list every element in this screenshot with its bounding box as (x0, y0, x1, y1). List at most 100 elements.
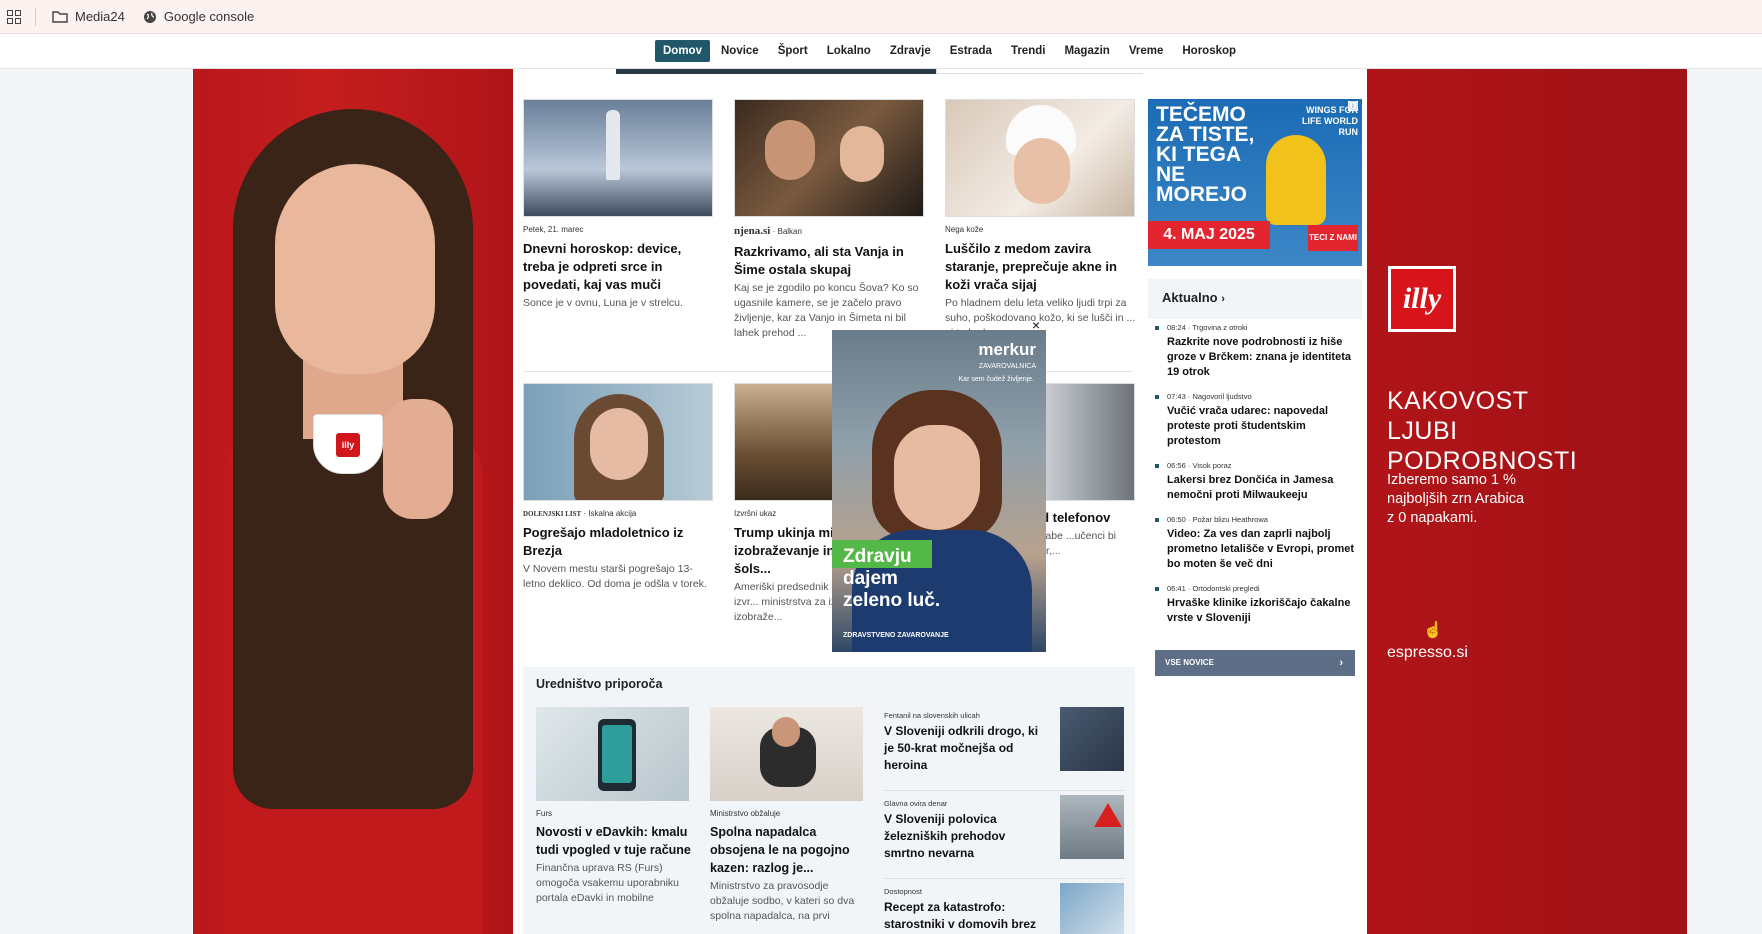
list-item[interactable]: Glavna ovira denar V Sloveniji polovica … (884, 795, 1124, 879)
cup-logo: illy (336, 433, 360, 457)
article-title[interactable]: Luščilo z medom zavira staranje, prepreč… (945, 240, 1136, 294)
news-title[interactable]: Lakersi brez Dončića in Jamesa nemočni p… (1167, 473, 1360, 503)
news-meta: 08:24 · Trgovina z otroki (1167, 323, 1248, 332)
ad-info-icon[interactable]: ⓘ (1348, 101, 1358, 111)
article-title[interactable]: Razkrivamo, ali sta Vanja in Šime ostala… (734, 243, 925, 279)
article-card[interactable]: njena.si · Balkan Razkrivamo, ali sta Va… (734, 99, 925, 341)
popup-footer: ZDRAVSTVENO ZAVAROVANJE (843, 632, 949, 639)
news-item[interactable]: 06:41 · Ortodontski pregledi Hrvaške kli… (1155, 584, 1360, 626)
all-news-label: VSE NOVICE (1165, 658, 1214, 667)
bookmark-google-console[interactable]: Google console (143, 9, 254, 24)
news-item[interactable]: 06:50 · Požar blizu Heathrowa Video: Za … (1155, 515, 1360, 572)
bookmark-label: Google console (163, 9, 255, 24)
nav-item-estrada[interactable]: Estrada (942, 40, 1000, 62)
nav-item-sport[interactable]: Šport (770, 40, 816, 62)
article-card[interactable]: Ministrstvo obžaluje Spolna napadalca ob… (710, 707, 865, 924)
news-title[interactable]: Vučić vrača udarec: napovedal proteste p… (1167, 404, 1360, 449)
popup-headline-line: dajem (843, 568, 898, 589)
article-card[interactable]: Furs Novosti v eDavkih: kmalu tudi vpogl… (536, 707, 691, 906)
list-item[interactable]: Dostopnost Recept za katastrofo: starost… (884, 883, 1124, 934)
ad-headline-line: TEČEMO (1156, 103, 1246, 126)
article-thumbnail[interactable] (1060, 707, 1124, 771)
ad-date: 4. MAJ 2025 (1148, 221, 1270, 249)
ad-subtext-line: Izberemo samo 1 % (1387, 472, 1516, 488)
news-meta: 06:56 · Visok poraz (1167, 461, 1232, 470)
right-sidebar: TEČEMO ZA TISTE, KI TEGA NE MOREJO WINGS… (1143, 69, 1367, 934)
ad-subtext: Izberemo samo 1 % najboljših zrn Arabica… (1387, 471, 1587, 528)
news-time: 08:24 (1167, 323, 1186, 332)
nav-item-horoskop[interactable]: Horoskop (1174, 40, 1244, 62)
ad-headline: TEČEMO ZA TISTE, KI TEGA NE MOREJO (1156, 103, 1266, 205)
article-card[interactable]: Nega kože Luščilo z medom zavira staranj… (945, 99, 1136, 341)
news-item[interactable]: 07:43 · Nagovoril ljudstvo Vučić vrača u… (1155, 392, 1360, 449)
main-content: Petek, 21. marec Dnevni horoskop: device… (513, 69, 1143, 934)
news-tag: Požar blizu Heathrowa (1192, 515, 1268, 524)
article-title[interactable]: Pogrešajo mladoletnico iz Brezja (523, 524, 714, 560)
bookmark-media24[interactable]: Media24 (52, 9, 125, 24)
nav-item-trendi[interactable]: Trendi (1003, 40, 1054, 62)
news-meta: 06:41 · Ortodontski pregledi (1167, 584, 1260, 593)
section-title: Uredništvo priporoča (536, 677, 663, 691)
touch-icon: ☝ (1423, 622, 1443, 639)
news-time: 07:43 (1167, 392, 1186, 401)
nav-item-domov[interactable]: Domov (655, 40, 710, 62)
popup-woman-face (894, 425, 980, 530)
list-item[interactable]: Fentanil na slovenskih ulicah V Slovenij… (884, 707, 1124, 791)
nav-item-novice[interactable]: Novice (713, 40, 767, 62)
article-thumbnail[interactable] (945, 99, 1135, 217)
news-title[interactable]: Razkrite nove podrobnosti iz hiše groze … (1167, 335, 1360, 380)
article-title[interactable]: Recept za katastrofo: starostniki v domo… (884, 899, 1049, 933)
article-thumbnail[interactable] (734, 99, 924, 217)
article-desc: Ministrstvo za pravosodje obžaluje sodbo… (710, 880, 855, 922)
article-meta: Dostopnost (884, 887, 922, 896)
article-thumbnail[interactable] (710, 707, 863, 801)
nav-item-vreme[interactable]: Vreme (1121, 40, 1172, 62)
news-item[interactable]: 06:56 · Visok poraz Lakersi brez Dončića… (1155, 461, 1360, 503)
nav-item-lokalno[interactable]: Lokalno (819, 40, 879, 62)
news-meta: 07:43 · Nagovoril ljudstvo (1167, 392, 1252, 401)
article-title[interactable]: Spolna napadalca obsojena le na pogojno … (710, 823, 865, 877)
news-title[interactable]: Video: Za ves dan zaprli najbolj prometn… (1167, 527, 1360, 572)
article-meta: Glavna ovira denar (884, 799, 948, 808)
news-item[interactable]: 08:24 · Trgovina z otroki Razkrite nove … (1155, 323, 1360, 380)
article-card[interactable]: DOLENJSKI LIST · Iskalna akcija Pogrešaj… (523, 383, 714, 592)
article-title[interactable]: V Sloveniji polovica železniških prehodo… (884, 811, 1049, 862)
article-thumbnail[interactable] (523, 383, 713, 501)
close-icon[interactable]: × (1032, 318, 1046, 332)
article-card[interactable]: Petek, 21. marec Dnevni horoskop: device… (523, 99, 714, 311)
main-nav: Domov Novice Šport Lokalno Zdravje Estra… (0, 34, 1762, 69)
article-thumbnail[interactable] (1060, 795, 1124, 859)
ad-runner-figure (1266, 135, 1326, 225)
right-skin-ad[interactable]: illy KAKOVOST LJUBI PODROBNOSTI Izberemo… (1367, 69, 1687, 934)
news-list: 08:24 · Trgovina z otroki Razkrite nove … (1155, 323, 1360, 638)
article-thumbnail[interactable] (1060, 883, 1124, 934)
world-run-ad[interactable]: TEČEMO ZA TISTE, KI TEGA NE MOREJO WINGS… (1148, 99, 1362, 266)
news-tag: Nagovoril ljudstvo (1192, 392, 1252, 401)
bookmarks-bar: Media24 Google console (0, 0, 1762, 34)
merkur-tagline: Kar sem čudež življenje. (958, 376, 1034, 383)
apps-grid-icon[interactable] (7, 9, 21, 24)
article-meta: Petek, 21. marec (523, 225, 584, 234)
article-title[interactable]: Novosti v eDavkih: kmalu tudi vpogled v … (536, 823, 691, 859)
popup-headline-line: zeleno luč. (843, 590, 941, 611)
ad-headline-line: KAKOVOST (1387, 387, 1529, 415)
article-meta: DOLENJSKI LIST · Iskalna akcija (523, 509, 637, 518)
aktualno-header[interactable]: Aktualno › (1148, 279, 1362, 319)
nav-item-magazin[interactable]: Magazin (1056, 40, 1117, 62)
nav-item-zdravje[interactable]: Zdravje (882, 40, 939, 62)
article-thumbnail[interactable] (536, 707, 689, 801)
popup-headline-line: Zdravju (843, 546, 912, 567)
news-time: 06:41 (1167, 584, 1186, 593)
article-thumbnail[interactable] (523, 99, 713, 217)
article-meta: Fentanil na slovenskih ulicah (884, 711, 980, 720)
article-title[interactable]: V Sloveniji odkrili drogo, ki je 50-krat… (884, 723, 1049, 774)
chevron-right-icon: › (1221, 293, 1225, 305)
news-title[interactable]: Hrvaške klinike izkoriščajo čakalne vrst… (1167, 596, 1360, 626)
left-skin-ad[interactable]: illy (193, 69, 513, 934)
all-news-button[interactable]: VSE NOVICE › (1155, 650, 1355, 676)
article-title[interactable]: Dnevni horoskop: device, treba je odpret… (523, 240, 714, 294)
ad-cta-button[interactable]: TECI Z NAMI (1308, 225, 1358, 251)
article-meta: njena.si · Balkan (734, 225, 802, 237)
popup-ad[interactable]: merkur ZAVAROVALNICA Kar sem čudež življ… (832, 330, 1046, 652)
recommended-list: Fentanil na slovenskih ulicah V Slovenij… (884, 707, 1124, 934)
